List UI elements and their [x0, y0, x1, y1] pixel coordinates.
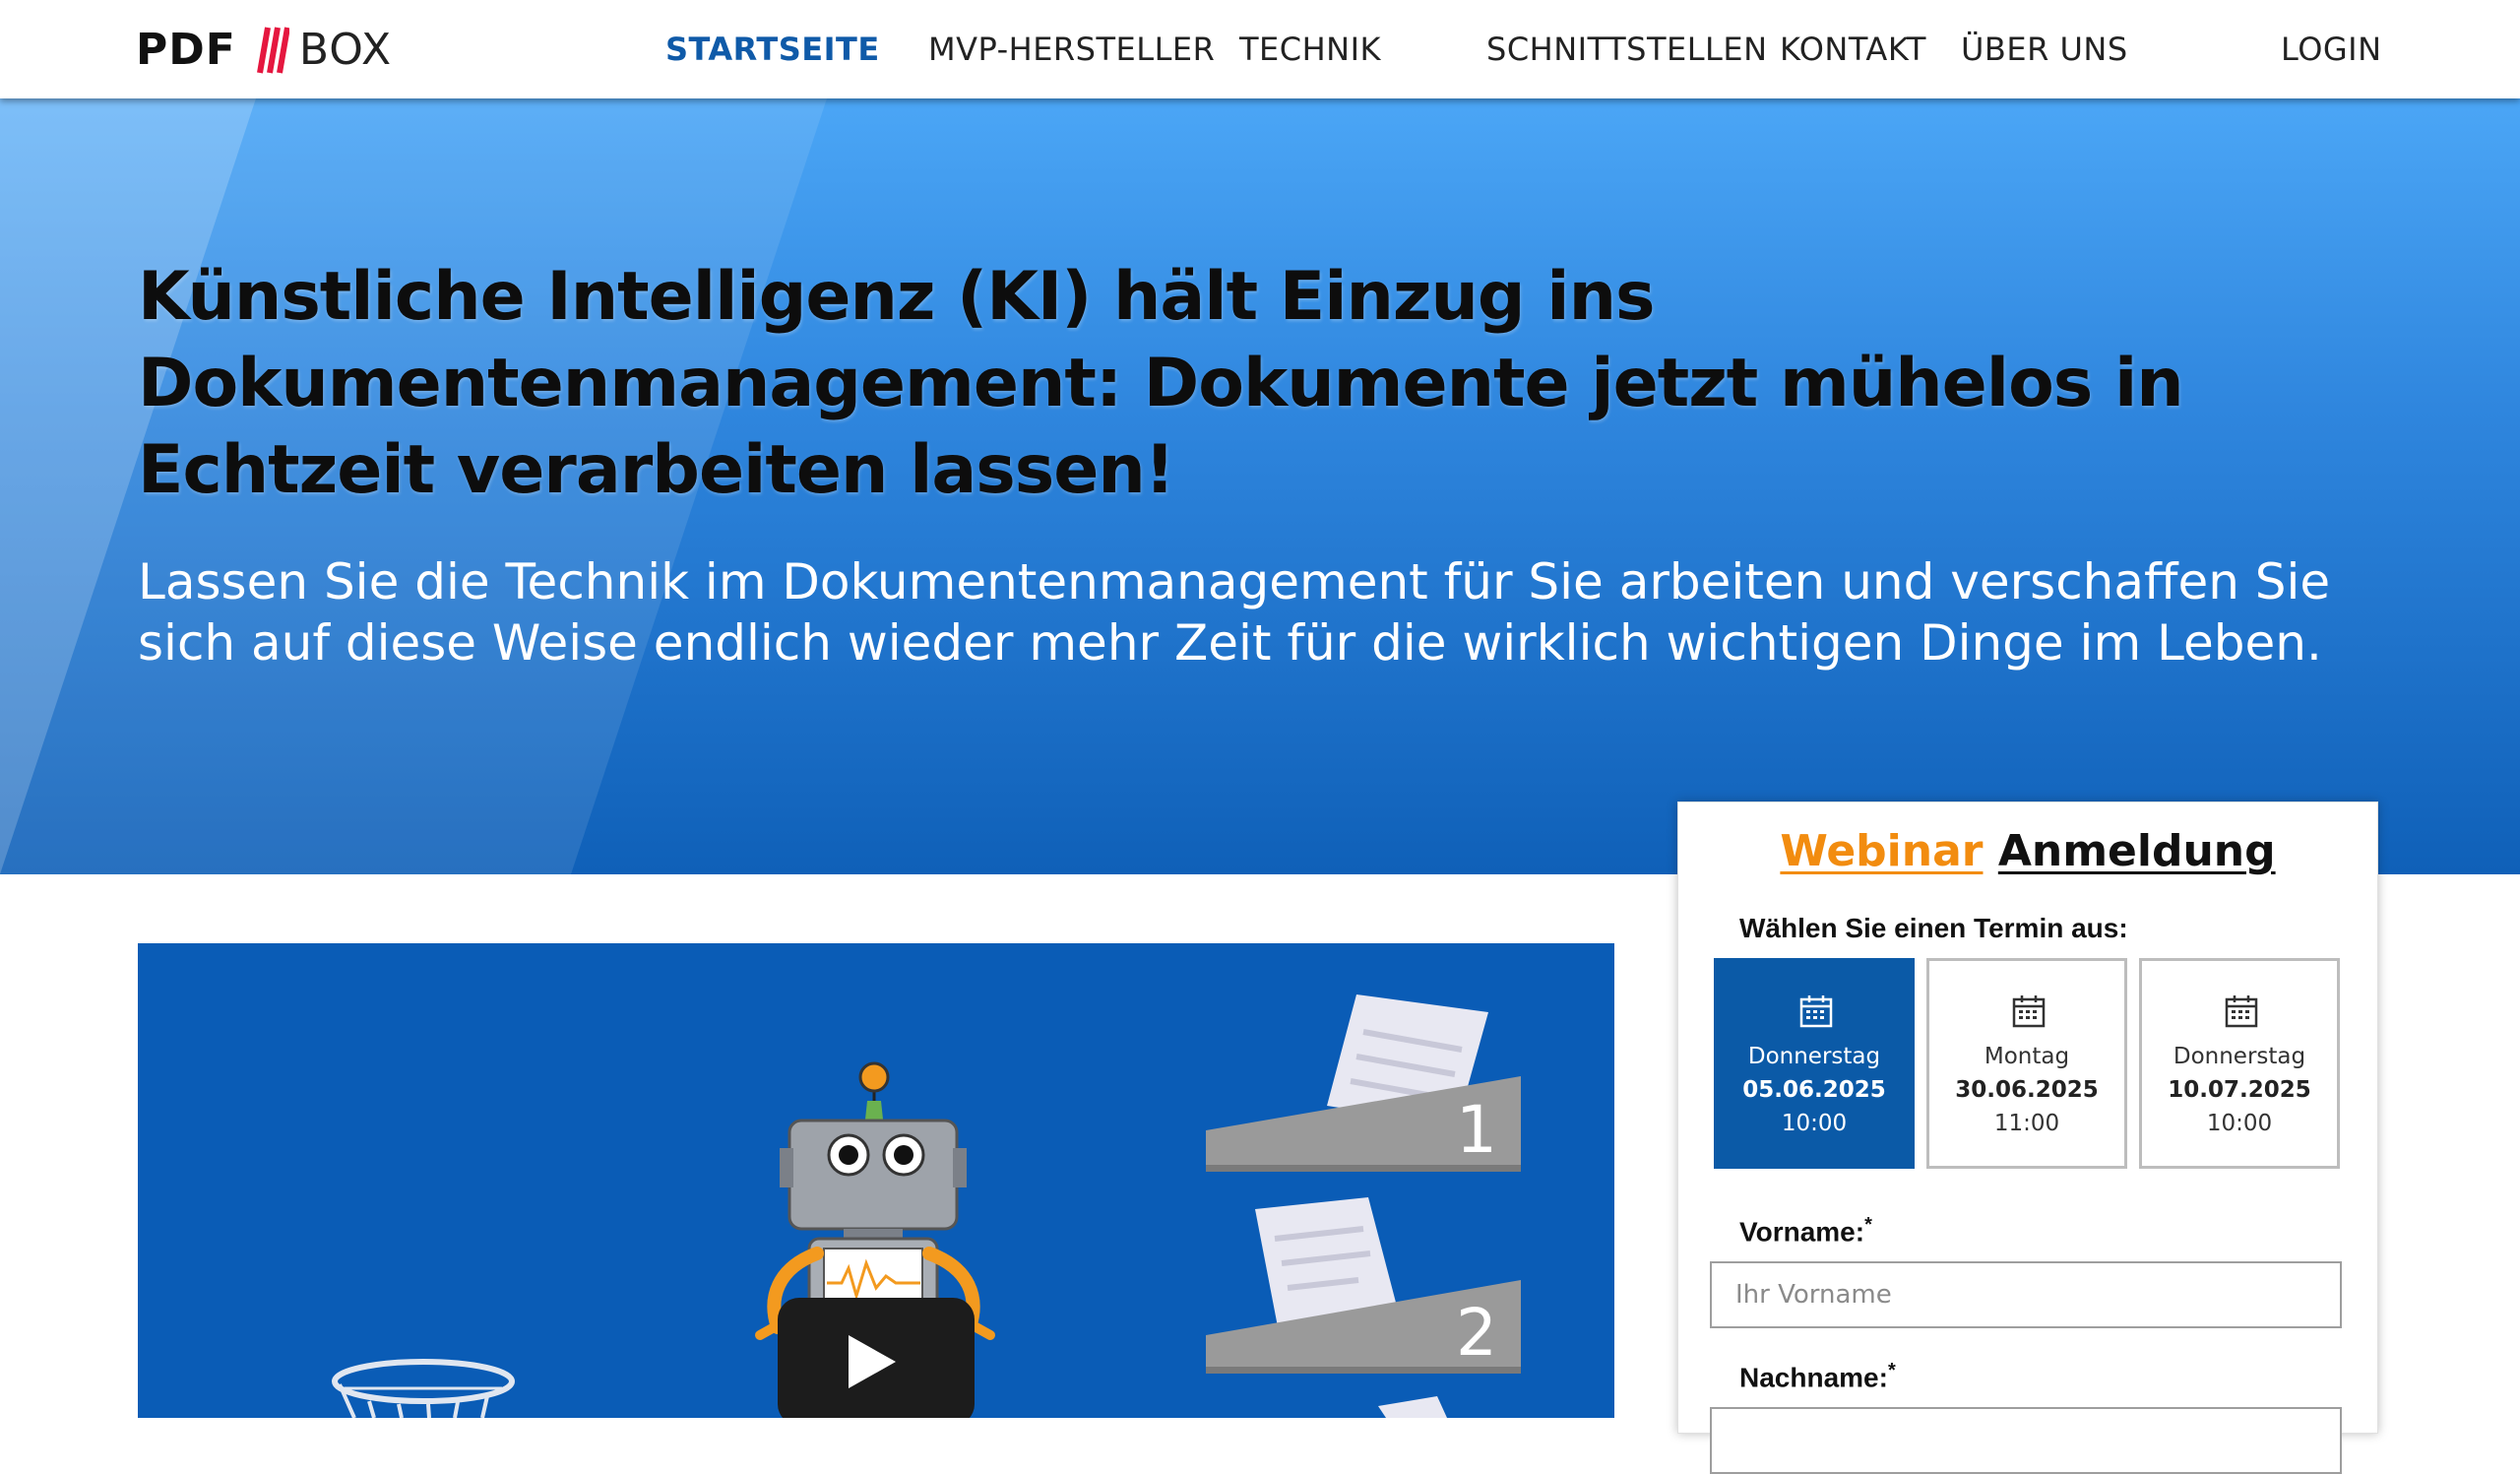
calendar-icon: [1799, 995, 1833, 1028]
nav-kontakt[interactable]: KONTAKT: [1780, 31, 1926, 68]
firstname-label-text: Vorname:: [1739, 1216, 1865, 1248]
site-header: PDF BOX STARTSEITE MVP-HERSTELLER TECHNI…: [0, 0, 2520, 98]
date-option-time: 10:00: [2206, 1111, 2273, 1136]
date-option-1[interactable]: Donnerstag 05.06.2025 10:00: [1714, 958, 1915, 1169]
webinar-title-part2: Anmeldung: [1997, 826, 2276, 876]
pdfbox-logo[interactable]: PDF BOX: [136, 22, 392, 77]
nav-technik[interactable]: TECHNIK: [1239, 31, 1381, 68]
date-option-weekday: Montag: [1984, 1044, 2070, 1069]
tray-1-label: 1: [1456, 1092, 1497, 1168]
date-option-weekday: Donnerstag: [1747, 1044, 1881, 1069]
firstname-label: Vorname:*: [1739, 1214, 1872, 1248]
calendar-icon: [2225, 995, 2258, 1028]
firstname-input[interactable]: [1710, 1261, 2342, 1328]
lastname-label: Nachname:*: [1739, 1360, 1896, 1393]
video-player[interactable]: 1 2: [138, 943, 1614, 1418]
lastname-label-text: Nachname:: [1739, 1362, 1888, 1393]
date-option-time: 10:00: [1781, 1111, 1848, 1136]
logo-slashes-icon: [256, 27, 289, 74]
nav-ueber-uns[interactable]: ÜBER UNS: [1961, 31, 2128, 68]
tray-2-label: 2: [1456, 1295, 1497, 1371]
date-option-date: 30.06.2025: [1955, 1077, 2099, 1103]
webinar-registration-card: Webinar Anmeldung Wählen Sie einen Termi…: [1677, 801, 2378, 1474]
required-mark: *: [1864, 1214, 1872, 1236]
hero-title: Künstliche Intelligenz (KI) hält Einzug …: [138, 258, 2184, 509]
date-option-2[interactable]: Montag 30.06.2025 11:00: [1926, 958, 2127, 1169]
date-option-date: 05.06.2025: [1742, 1077, 1886, 1103]
date-option-3[interactable]: Donnerstag 10.07.2025 10:00: [2139, 958, 2340, 1169]
webinar-title-part1: Webinar: [1780, 826, 1984, 876]
webinar-title: Webinar Anmeldung: [1678, 826, 2377, 876]
choose-date-label: Wählen Sie einen Termin aus:: [1739, 913, 2128, 943]
logo-text-pdf: PDF: [136, 24, 236, 75]
hero-subtitle: Lassen Sie die Technik im Dokumentenmana…: [138, 553, 2331, 672]
required-mark: *: [1887, 1360, 1896, 1381]
waste-basket-icon: [332, 1359, 515, 1418]
date-option-date: 10.07.2025: [2168, 1077, 2311, 1103]
date-option-weekday: Donnerstag: [2173, 1044, 2306, 1069]
lastname-input[interactable]: [1710, 1407, 2342, 1474]
nav-startseite[interactable]: STARTSEITE: [665, 31, 880, 68]
logo-text-box: BOX: [298, 24, 393, 75]
nav-schnittstellen[interactable]: SCHNITTSTELLEN: [1486, 31, 1768, 68]
video-play-button[interactable]: [778, 1298, 975, 1418]
hero-section: Künstliche Intelligenz (KI) hält Einzug …: [0, 98, 2520, 874]
play-icon: [849, 1335, 896, 1388]
nav-mvp-hersteller[interactable]: MVP-HERSTELLER: [928, 31, 1215, 68]
date-option-time: 11:00: [1993, 1111, 2060, 1136]
nav-login[interactable]: LOGIN: [2281, 31, 2382, 68]
calendar-icon: [2012, 995, 2046, 1028]
